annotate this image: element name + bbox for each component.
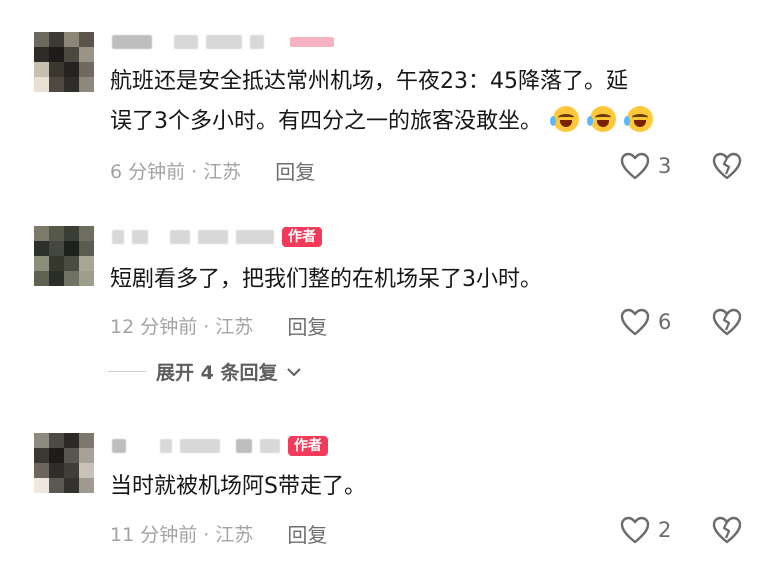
avatar[interactable] [34,32,94,92]
comment-time-location: 11 分钟前 · 江苏 [110,524,254,546]
comment-text: 当时就被机场阿S带走了。 [110,467,366,507]
crying-laughing-emoji-icon [624,106,653,132]
comment-time-location: 6 分钟前 · 江苏 [110,161,242,183]
avatar[interactable] [34,226,94,286]
username-blurred[interactable] [112,30,334,54]
like-count: 6 [658,310,672,334]
broken-heart-icon [712,516,742,544]
dislike-button[interactable] [712,308,742,340]
like-button[interactable]: 2 [620,516,671,544]
expand-replies-button[interactable]: 展开 4 条回复 [108,358,302,385]
reply-button[interactable]: 回复 [287,519,327,548]
comment-meta: 11 分钟前 · 江苏 回复 [110,519,327,548]
divider-line [108,371,146,372]
username-blurred[interactable]: 作者 [112,434,328,458]
dislike-button[interactable] [712,516,742,548]
author-badge: 作者 [282,227,322,247]
like-button[interactable]: 6 [620,308,671,336]
broken-heart-icon [712,308,742,336]
like-button[interactable]: 3 [620,152,671,180]
heart-icon [620,152,650,180]
reply-button[interactable]: 回复 [287,311,327,340]
comment-time-location: 12 分钟前 · 江苏 [110,316,254,338]
author-badge: 作者 [288,436,328,456]
reply-button[interactable]: 回复 [275,156,315,185]
crying-laughing-emoji-icon [587,106,616,132]
comment-text-line: 误了3个多小时。有四分之一的旅客没敢坐。 [110,109,542,134]
crying-laughing-emoji-icon [550,106,579,132]
username-blurred[interactable]: 作者 [112,225,322,249]
expand-replies-label: 展开 4 条回复 [156,362,278,384]
comment-text: 短剧看多了，把我们整的在机场呆了3小时。 [110,260,542,300]
like-count: 3 [658,154,672,178]
comment-text-line: 航班还是安全抵达常州机场，午夜23：45降落了。延 [110,69,628,94]
comment-meta: 12 分钟前 · 江苏 回复 [110,311,327,340]
like-count: 2 [658,518,672,542]
chevron-down-icon [287,367,302,376]
comment-meta: 6 分钟前 · 江苏 回复 [110,156,315,185]
heart-icon [620,516,650,544]
broken-heart-icon [712,152,742,180]
dislike-button[interactable] [712,152,742,184]
comment-text-line: 短剧看多了，把我们整的在机场呆了3小时。 [110,267,542,292]
comment-text-line: 当时就被机场阿S带走了。 [110,474,366,499]
comment-text: 航班还是安全抵达常州机场，午夜23：45降落了。延 误了3个多小时。有四分之一的… [110,62,653,142]
avatar[interactable] [34,433,94,493]
heart-icon [620,308,650,336]
